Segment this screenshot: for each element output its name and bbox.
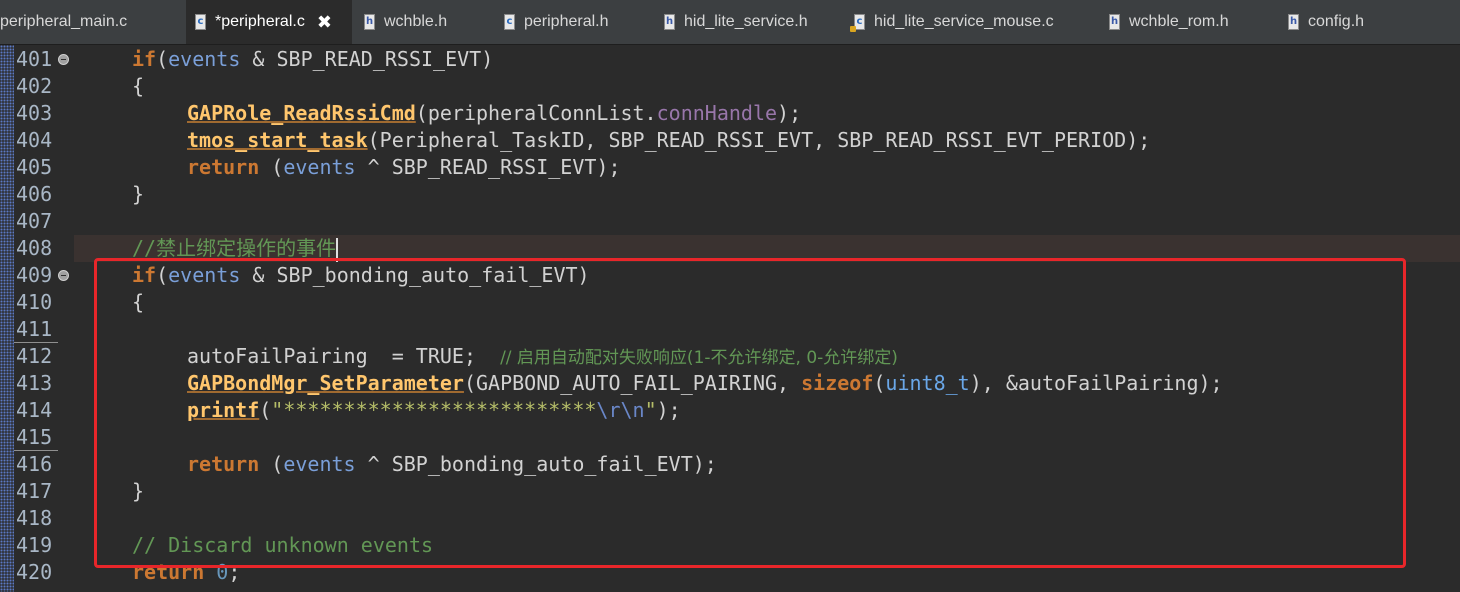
line-number: 420	[16, 560, 53, 584]
function-name: tmos_start_task	[187, 128, 368, 152]
punct: (	[156, 47, 169, 71]
line-number: 406	[16, 182, 53, 206]
code-line-403: GAPRole_ReadRssiCmd(peripheralConnList.c…	[187, 100, 801, 127]
code-editor[interactable]: 401 402 403 404 405 406 407 408 409 410 …	[0, 45, 1460, 592]
line-number: 409	[16, 263, 53, 287]
line-number: 414	[16, 398, 53, 422]
c-file-warning-icon: c	[850, 14, 865, 32]
c-file-icon: c	[504, 14, 515, 30]
change-ruler	[0, 45, 14, 592]
tab-label: hid_lite_service.h	[684, 13, 808, 30]
tab-hid-lite-service-h[interactable]: h hid_lite_service.h	[654, 0, 848, 44]
code-line-406: }	[132, 182, 145, 206]
tab-peripheral-c[interactable]: c *peripheral.c ✖	[186, 0, 352, 44]
tab-label: config.h	[1308, 13, 1365, 30]
line-number-gutter: 401 402 403 404 405 406 407 408 409 410 …	[14, 45, 74, 592]
tab-wchble-h[interactable]: h wchble.h	[352, 0, 492, 44]
code-line-404: tmos_start_task(Peripheral_TaskID, SBP_R…	[187, 127, 1150, 154]
fold-toggle-icon[interactable]	[58, 54, 69, 65]
line-number: 402	[16, 74, 53, 98]
line-number: 411	[16, 317, 53, 341]
code-text: & SBP_READ_RSSI_EVT)	[240, 47, 494, 71]
keyword: return	[187, 155, 260, 179]
field-name: connHandle	[656, 101, 778, 125]
line-number: 416	[16, 452, 53, 476]
tab-label: *peripheral.c	[215, 13, 305, 30]
editor-tab-bar: peripheral_main.c c *peripheral.c ✖ h wc…	[0, 0, 1460, 45]
line-number: 405	[16, 155, 53, 179]
punct: (	[259, 155, 284, 179]
tab-label: wchble_rom.h	[1129, 13, 1229, 30]
keyword: if	[132, 47, 157, 71]
line-number: 413	[16, 371, 53, 395]
code-text: (Peripheral_TaskID, SBP_READ_RSSI_EVT, S…	[367, 128, 1151, 152]
code-line-402: {	[132, 74, 145, 98]
code-text: ^ SBP_READ_RSSI_EVT);	[355, 155, 621, 179]
tab-hid-lite-service-mouse-c[interactable]: c hid_lite_service_mouse.c	[848, 0, 1098, 44]
tab-label: hid_lite_service_mouse.c	[874, 13, 1054, 30]
line-number: 401	[16, 47, 53, 71]
line-number: 408	[16, 236, 53, 260]
line-number: 417	[16, 479, 53, 503]
tab-label: peripheral.h	[524, 13, 609, 30]
tab-config-h[interactable]: h config.h	[1276, 0, 1460, 44]
h-file-icon: h	[664, 14, 675, 30]
h-file-icon: h	[364, 14, 375, 30]
line-number: 407	[16, 209, 53, 233]
close-tab-icon[interactable]: ✖	[317, 12, 332, 33]
line-number: 403	[16, 101, 53, 125]
line-number: 410	[16, 290, 53, 314]
code-line-401: if(events & SBP_READ_RSSI_EVT)	[132, 46, 493, 73]
code-text: (peripheralConnList.	[415, 101, 657, 125]
variable: events	[168, 47, 241, 71]
variable: events	[283, 155, 356, 179]
tab-wchble-rom-h[interactable]: h wchble_rom.h	[1098, 0, 1276, 44]
code-line-405: return (events ^ SBP_READ_RSSI_EVT);	[187, 154, 621, 181]
fold-toggle-icon[interactable]	[58, 270, 69, 281]
c-file-icon: c	[195, 14, 206, 30]
tab-label: peripheral_main.c	[0, 13, 128, 30]
code-text: );	[777, 101, 802, 125]
h-file-icon: h	[1288, 14, 1299, 30]
comment: //禁止绑定操作的事件	[132, 236, 337, 260]
h-file-icon: h	[1109, 14, 1120, 30]
line-number: 412	[16, 344, 53, 368]
tab-peripheral-main-c[interactable]: peripheral_main.c	[0, 0, 186, 44]
line-number: 419	[16, 533, 53, 557]
function-name: GAPRole_ReadRssiCmd	[187, 101, 416, 125]
line-number: 415	[16, 425, 53, 449]
red-highlight-annotation	[94, 258, 1406, 568]
line-number: 418	[16, 506, 53, 530]
line-number: 404	[16, 128, 53, 152]
tab-peripheral-h[interactable]: c peripheral.h	[492, 0, 654, 44]
tab-label: wchble.h	[384, 13, 448, 30]
